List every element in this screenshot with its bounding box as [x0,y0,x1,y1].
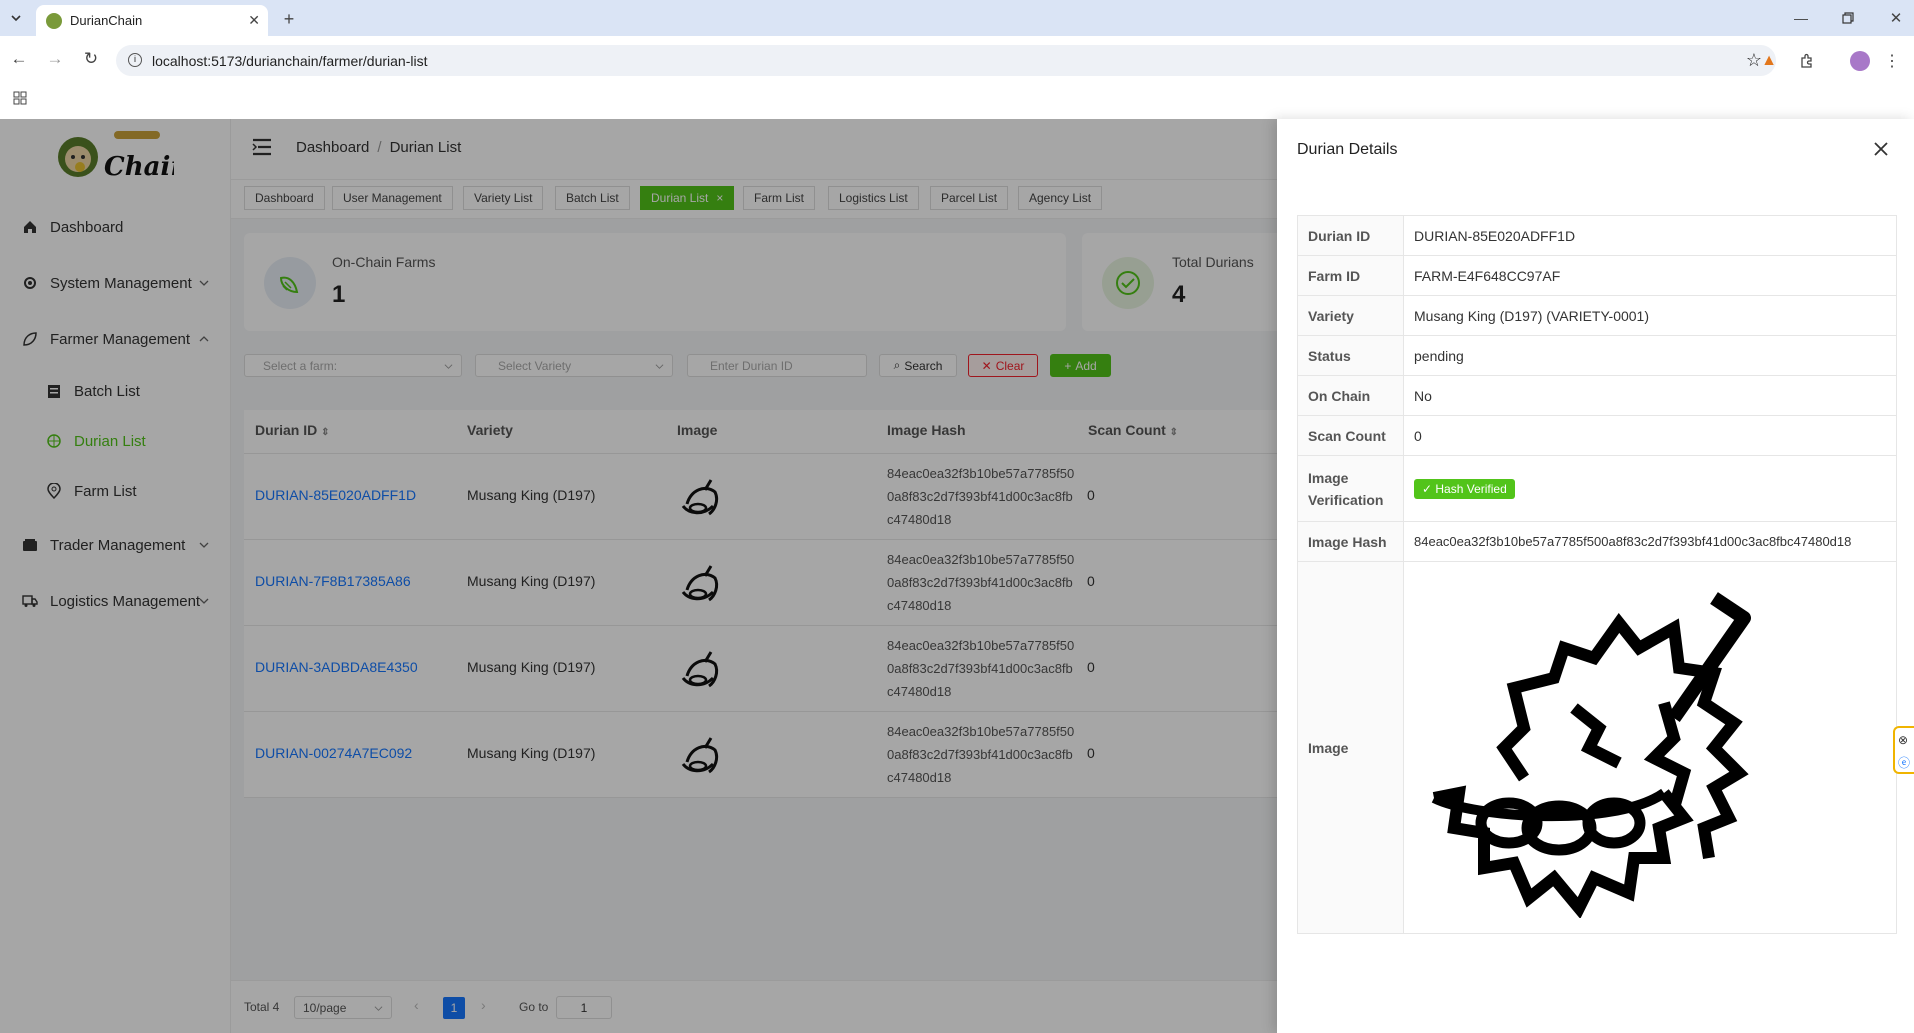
widget-e-icon[interactable]: ⓔ [1898,754,1910,771]
drawer-mask[interactable] [0,119,1277,1033]
detail-row: Image Verification ✓ Hash Verified [1297,455,1897,522]
profile-avatar-icon[interactable] [1850,51,1870,71]
detail-row: Image Hash 84eac0ea32f3b10be57a7785f500a… [1297,521,1897,562]
detail-value [1403,561,1897,934]
detail-value: ✓ Hash Verified [1403,455,1897,522]
url-text: localhost:5173/durianchain/farmer/durian… [152,52,428,69]
minimize-icon[interactable]: — [1790,8,1812,28]
detail-value: pending [1403,335,1897,376]
detail-row: Variety Musang King (D197) (VARIETY-0001… [1297,295,1897,336]
browser-tab[interactable]: DurianChain ✕ [36,5,268,36]
reload-icon[interactable]: ↻ [80,48,102,70]
detail-key: Image Hash [1297,521,1404,562]
detail-row: Durian ID DURIAN-85E020ADFF1D [1297,215,1897,256]
detail-key: Image Verification [1297,455,1404,522]
durian-details-drawer: Durian Details Durian ID DURIAN-85E020AD… [1277,119,1914,1033]
detail-row: On Chain No [1297,375,1897,416]
detail-value: 0 [1403,415,1897,456]
new-tab-icon[interactable]: + [278,8,300,30]
detail-key: Durian ID [1297,215,1404,256]
browser-menu-icon[interactable]: ⋮ [1884,50,1900,72]
tab-title: DurianChain [70,13,143,28]
close-icon[interactable] [1873,141,1891,159]
detail-value: 84eac0ea32f3b10be57a7785f500a8f83c2d7f39… [1403,521,1897,562]
details-table: Durian ID DURIAN-85E020ADFF1D Farm ID FA… [1297,215,1897,934]
forward-icon[interactable]: → [44,48,66,70]
detail-value: DURIAN-85E020ADFF1D [1403,215,1897,256]
extensions-icon[interactable] [1796,50,1818,72]
apps-grid-icon[interactable] [10,88,30,108]
detail-value: Musang King (D197) (VARIETY-0001) [1403,295,1897,336]
detail-key: Status [1297,335,1404,376]
close-window-icon[interactable]: ✕ [1885,8,1907,28]
durian-image-icon [1431,591,1751,918]
detail-value: No [1403,375,1897,416]
detail-row: Image [1297,561,1897,934]
detail-key: Farm ID [1297,255,1404,296]
detail-row: Status pending [1297,335,1897,376]
detail-value: FARM-E4F648CC97AF [1403,255,1897,296]
detail-row: Scan Count 0 [1297,415,1897,456]
detail-row: Farm ID FARM-E4F648CC97AF [1297,255,1897,296]
detail-key: Scan Count [1297,415,1404,456]
browser-tabstrip: DurianChain ✕ + — ✕ [0,0,1914,36]
detail-key: Variety [1297,295,1404,336]
address-bar[interactable]: i localhost:5173/durianchain/farmer/duri… [116,45,1776,76]
tab-search-chevron-icon[interactable] [6,8,26,28]
detail-key: On Chain [1297,375,1404,416]
back-icon[interactable]: ← [8,48,30,70]
site-info-icon[interactable]: i [128,53,142,67]
favicon-icon [46,12,62,29]
floating-widget[interactable]: ⊗ ⓔ [1893,726,1914,774]
drawer-title: Durian Details [1297,141,1398,158]
metamask-extension-icon[interactable]: ▲ [1758,50,1780,72]
detail-key: Image [1297,561,1404,934]
hash-verified-badge: ✓ Hash Verified [1414,478,1515,499]
widget-close-icon[interactable]: ⊗ [1898,733,1908,747]
close-tab-icon[interactable]: ✕ [248,12,260,29]
restore-icon[interactable] [1837,8,1859,28]
